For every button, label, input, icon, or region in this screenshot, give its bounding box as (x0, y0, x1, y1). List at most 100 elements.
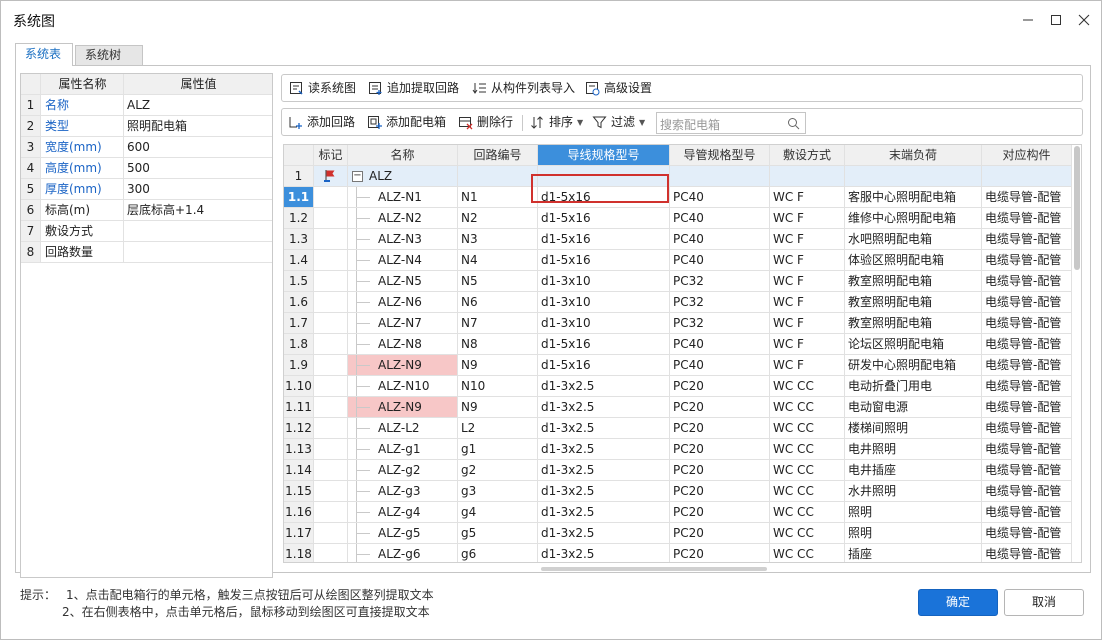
name-cell[interactable]: ALZ-N4 (348, 250, 458, 271)
pipe-spec-cell[interactable]: PC20 (670, 439, 770, 460)
sort-dropdown[interactable]: 排序 ▼ (530, 114, 583, 131)
name-cell[interactable]: ALZ-N2 (348, 208, 458, 229)
filter-dropdown[interactable]: 过滤 ▼ (592, 114, 645, 131)
maximize-button[interactable] (1045, 9, 1067, 31)
row-number[interactable]: 1 (284, 166, 314, 187)
mark-cell[interactable] (314, 229, 348, 250)
component-cell[interactable]: 电缆导管-配管 (982, 229, 1072, 250)
wire-spec-cell[interactable]: d1-5x16 (538, 229, 670, 250)
end-load-cell[interactable]: 维修中心照明配电箱 (845, 208, 982, 229)
delete-row-button[interactable]: 删除行 (458, 114, 513, 131)
wire-spec-cell[interactable]: d1-5x16 (538, 187, 670, 208)
name-cell[interactable]: ALZ-N8 (348, 334, 458, 355)
component-cell[interactable]: 电缆导管-配管 (982, 187, 1072, 208)
end-load-cell[interactable]: 体验区照明配电箱 (845, 250, 982, 271)
column-header-name-cell[interactable]: 名称 (348, 145, 458, 166)
wire-spec-cell[interactable]: d1-3x2.5 (538, 544, 670, 562)
loop-number-cell[interactable]: N7 (458, 313, 538, 334)
end-load-cell[interactable]: 照明 (845, 523, 982, 544)
name-cell[interactable]: ALZ-L2 (348, 418, 458, 439)
property-value[interactable]: 500 (125, 158, 272, 178)
column-header-end-load-cell[interactable]: 末端负荷 (845, 145, 982, 166)
loop-number-cell[interactable]: g5 (458, 523, 538, 544)
component-cell[interactable]: 电缆导管-配管 (982, 313, 1072, 334)
mark-cell[interactable] (314, 460, 348, 481)
mark-cell[interactable] (314, 523, 348, 544)
row-number[interactable]: 1.2 (284, 208, 314, 229)
loop-number-cell[interactable]: g4 (458, 502, 538, 523)
laying-method-cell[interactable]: WC F (770, 208, 845, 229)
mark-cell[interactable] (314, 355, 348, 376)
laying-method-cell[interactable]: WC CC (770, 481, 845, 502)
property-row[interactable]: 1 名称 ALZ (21, 95, 272, 116)
append-extract-loop-button[interactable]: 追加提取回路 (368, 80, 459, 97)
laying-method-cell[interactable]: WC CC (770, 439, 845, 460)
row-number[interactable]: 1.3 (284, 229, 314, 250)
component-cell[interactable]: 电缆导管-配管 (982, 334, 1072, 355)
pipe-spec-cell[interactable]: PC20 (670, 481, 770, 502)
end-load-cell[interactable]: 电井插座 (845, 460, 982, 481)
mark-cell[interactable] (314, 376, 348, 397)
laying-method-cell[interactable]: WC CC (770, 502, 845, 523)
component-cell[interactable]: 电缆导管-配管 (982, 292, 1072, 313)
end-load-cell[interactable]: 水吧照明配电箱 (845, 229, 982, 250)
row-number[interactable]: 1.16 (284, 502, 314, 523)
laying-method-cell[interactable] (770, 166, 845, 187)
loop-number-cell[interactable] (458, 166, 538, 187)
property-row[interactable]: 5 厚度(mm) 300 (21, 179, 272, 200)
loop-number-cell[interactable]: N8 (458, 334, 538, 355)
column-header-wire-spec-cell[interactable]: 导线规格型号 (538, 145, 670, 166)
property-value[interactable] (125, 242, 272, 262)
pipe-spec-cell[interactable]: PC20 (670, 544, 770, 562)
property-row[interactable]: 7 敷设方式 (21, 221, 272, 242)
column-header-mark-cell[interactable]: 标记 (314, 145, 348, 166)
laying-method-cell[interactable]: WC F (770, 313, 845, 334)
row-number[interactable]: 1.1 (284, 187, 314, 208)
row-number[interactable]: 1.15 (284, 481, 314, 502)
end-load-cell[interactable]: 电井照明 (845, 439, 982, 460)
wire-spec-cell[interactable]: d1-3x2.5 (538, 376, 670, 397)
loop-number-cell[interactable]: N4 (458, 250, 538, 271)
row-number[interactable]: 1.10 (284, 376, 314, 397)
pipe-spec-cell[interactable]: PC40 (670, 187, 770, 208)
laying-method-cell[interactable]: WC F (770, 187, 845, 208)
import-from-component-list-button[interactable]: 从构件列表导入 (472, 80, 575, 97)
cancel-button[interactable]: 取消 (1004, 589, 1084, 616)
wire-spec-cell[interactable]: d1-3x2.5 (538, 418, 670, 439)
mark-cell[interactable] (314, 439, 348, 460)
mark-cell[interactable] (314, 166, 348, 187)
mark-cell[interactable] (314, 250, 348, 271)
wire-spec-cell[interactable]: d1-5x16 (538, 208, 670, 229)
name-cell[interactable]: ALZ-N1 (348, 187, 458, 208)
row-number[interactable]: 1.8 (284, 334, 314, 355)
property-row[interactable]: 2 类型 照明配电箱 (21, 116, 272, 137)
laying-method-cell[interactable]: WC F (770, 229, 845, 250)
row-number[interactable]: 1.9 (284, 355, 314, 376)
component-cell[interactable]: 电缆导管-配管 (982, 355, 1072, 376)
pipe-spec-cell[interactable]: PC40 (670, 229, 770, 250)
row-number[interactable]: 1.7 (284, 313, 314, 334)
laying-method-cell[interactable]: WC F (770, 250, 845, 271)
row-number[interactable]: 1.13 (284, 439, 314, 460)
laying-method-cell[interactable]: WC CC (770, 397, 845, 418)
laying-method-cell[interactable]: WC CC (770, 523, 845, 544)
wire-spec-cell[interactable]: d1-3x2.5 (538, 523, 670, 544)
component-cell[interactable]: 电缆导管-配管 (982, 460, 1072, 481)
component-cell[interactable]: 电缆导管-配管 (982, 544, 1072, 562)
wire-spec-cell[interactable]: d1-3x10 (538, 292, 670, 313)
property-value[interactable]: 层底标高+1.4 (125, 200, 272, 220)
wire-spec-cell[interactable]: d1-3x10 (538, 313, 670, 334)
laying-method-cell[interactable]: WC F (770, 355, 845, 376)
loop-number-cell[interactable]: N9 (458, 397, 538, 418)
end-load-cell[interactable]: 论坛区照明配电箱 (845, 334, 982, 355)
row-number[interactable]: 1.6 (284, 292, 314, 313)
pipe-spec-cell[interactable]: PC20 (670, 523, 770, 544)
mark-cell[interactable] (314, 418, 348, 439)
row-number[interactable]: 1.12 (284, 418, 314, 439)
mark-cell[interactable] (314, 292, 348, 313)
property-value[interactable]: 300 (125, 179, 272, 199)
property-row[interactable]: 4 高度(mm) 500 (21, 158, 272, 179)
end-load-cell[interactable]: 楼梯间照明 (845, 418, 982, 439)
property-value[interactable] (125, 221, 272, 241)
wire-spec-cell[interactable]: d1-3x2.5 (538, 439, 670, 460)
